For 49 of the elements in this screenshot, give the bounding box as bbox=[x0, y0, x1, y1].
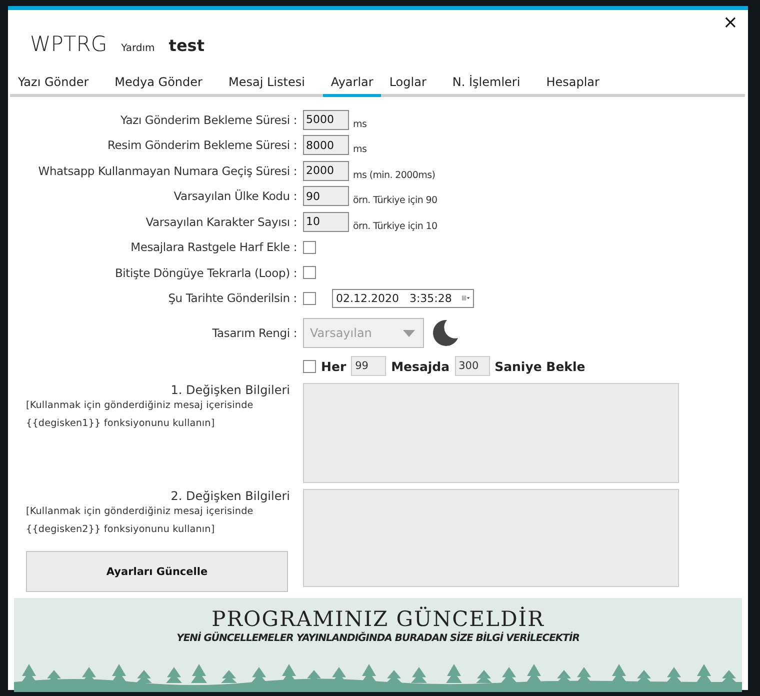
every-label: Her bbox=[321, 358, 346, 374]
tab[interactable]: Hesaplar bbox=[538, 75, 608, 97]
help-link[interactable]: Yardım bbox=[121, 43, 155, 54]
number-field[interactable]: 2000 bbox=[303, 160, 349, 181]
date-time-picker[interactable]: 02.12.2020 3:35:28 bbox=[332, 288, 474, 308]
update-settings-button[interactable]: Ayarları Güncelle bbox=[26, 551, 288, 592]
messages-label: Mesajda bbox=[391, 358, 450, 374]
checkbox[interactable] bbox=[303, 240, 316, 254]
count-field[interactable]: 99 bbox=[351, 356, 386, 376]
number-field[interactable]: 90 bbox=[303, 186, 349, 206]
variable-title: 2. Değişken Bilgileri bbox=[170, 489, 291, 503]
variable-hint: [Kullanmak için gönderdiğiniz mesaj içerisinde {{degisken1}} fonksiyonunu kullanın] bbox=[26, 399, 254, 431]
tab[interactable]: Medya Gönder bbox=[106, 75, 210, 97]
field-note: ms bbox=[353, 144, 367, 156]
checkbox[interactable] bbox=[303, 266, 316, 280]
setting-label: Şu Tarihte Gönderilsin : bbox=[167, 291, 297, 306]
field-note: örn. Türkiye için 90 bbox=[353, 195, 438, 206]
banner-subtitle: YENİ GÜNCELLEMELER YAYINLANDIĞINDA BURADAN SİZE BİLGİ VERİLECEKTİR bbox=[176, 633, 580, 644]
number-field[interactable]: 10 bbox=[303, 212, 349, 232]
banner-title: PROGRAMINIZ GÜNCELDİR bbox=[212, 607, 544, 631]
moon-icon[interactable] bbox=[430, 318, 460, 348]
tab[interactable]: Ayarlar bbox=[322, 75, 382, 97]
setting-label: Whatsapp Kullanmayan Numara Geçiş Süresi : bbox=[37, 164, 297, 178]
tab[interactable]: Loglar bbox=[381, 75, 434, 97]
tab[interactable]: Yazı Gönder bbox=[10, 75, 97, 97]
variable-title: 1. Değişken Bilgileri bbox=[170, 383, 291, 397]
field-note: örn. Türkiye için 10 bbox=[353, 220, 438, 232]
setting-label: Varsayılan Karakter Sayısı : bbox=[144, 214, 297, 229]
setting-label: Bitişte Döngüye Tekrarla (Loop) : bbox=[114, 266, 297, 280]
field-note: ms bbox=[353, 118, 367, 130]
number-field[interactable]: 8000 bbox=[303, 135, 349, 156]
setting-label: Resim Gönderim Bekleme Süresi : bbox=[106, 138, 297, 152]
caret-icon bbox=[403, 330, 415, 336]
checkbox[interactable] bbox=[303, 292, 316, 305]
setting-label: Varsayılan Ülke Kodu : bbox=[172, 189, 297, 204]
tab[interactable]: N. İşlemleri bbox=[444, 75, 528, 97]
checkbox[interactable] bbox=[303, 360, 316, 372]
wait-label: Saniye Bekle bbox=[494, 358, 586, 374]
setting-label: Yazı Gönderim Bekleme Süresi : bbox=[120, 112, 297, 127]
seconds-field[interactable]: 300 bbox=[454, 356, 490, 376]
field-note: ms (min. 2000ms) bbox=[353, 170, 436, 181]
app-title: WPTRG bbox=[30, 32, 108, 56]
close-button[interactable]: × bbox=[718, 14, 742, 32]
number-field[interactable]: 5000 bbox=[303, 110, 349, 130]
user-name: test bbox=[168, 36, 204, 55]
setting-label: Mesajlara Rastgele Harf Ekle : bbox=[130, 240, 297, 254]
variable-hint: [Kullanmak için gönderdiğiniz mesaj içerisinde {{degisken2}} fonksiyonunu kullanın] bbox=[26, 505, 254, 537]
tab[interactable]: Mesaj Listesi bbox=[220, 75, 313, 97]
setting-label: Tasarım Rengi : bbox=[211, 326, 297, 340]
